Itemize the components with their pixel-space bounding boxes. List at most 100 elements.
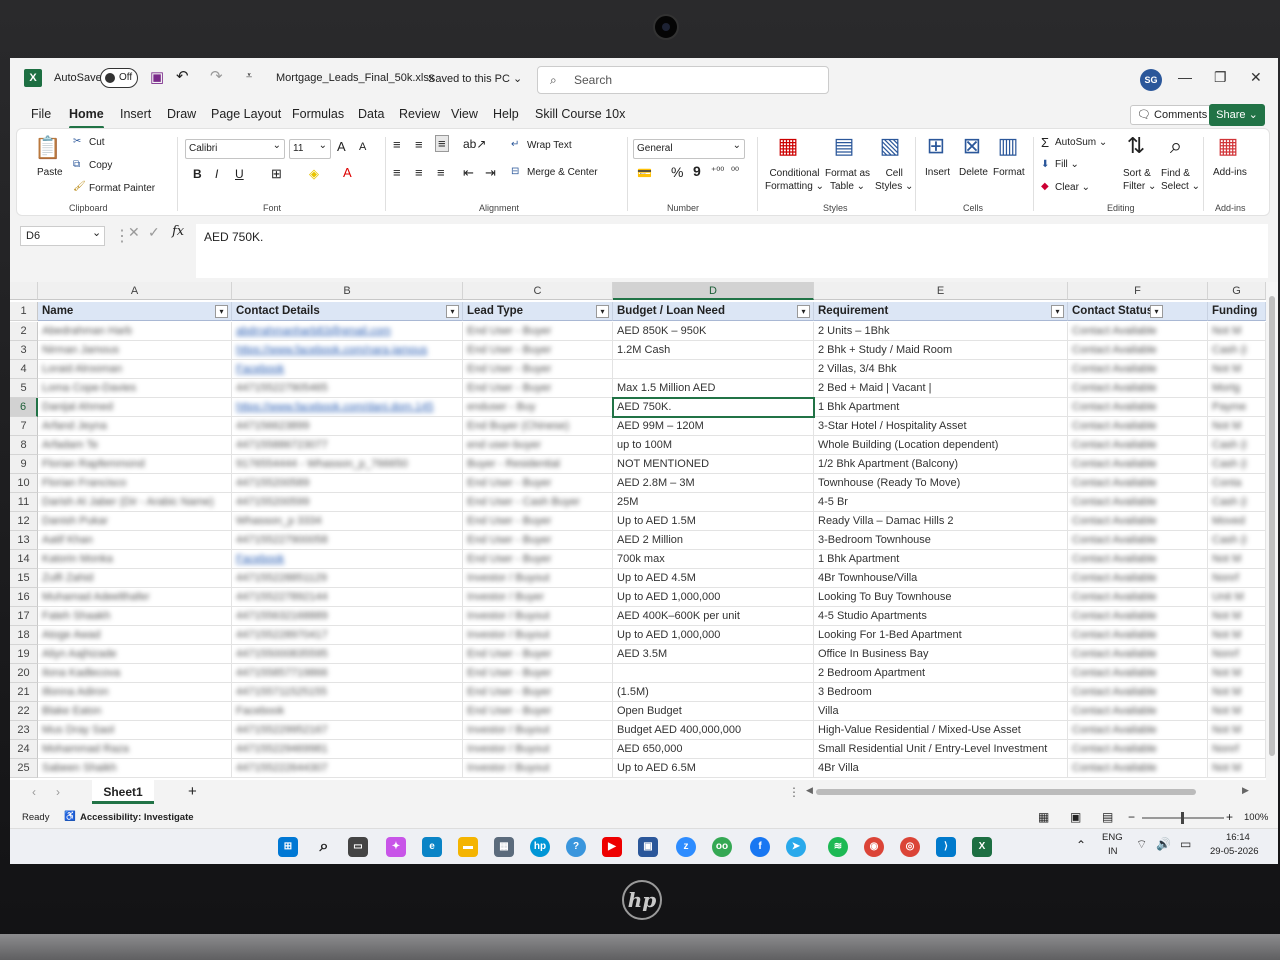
name-cell[interactable]: Katorin Monka: [38, 550, 232, 569]
contact-status-cell[interactable]: Contact Available: [1068, 512, 1208, 531]
contact-cell[interactable]: Whasson_p 3334: [232, 512, 463, 531]
budget-cell[interactable]: Up to AED 4.5M: [613, 569, 814, 588]
font-name-dropdown[interactable]: Calibri: [185, 137, 285, 159]
lead-type-cell[interactable]: End User - Buyer: [463, 550, 613, 569]
cut-icon[interactable]: ✂: [73, 136, 81, 147]
budget-cell[interactable]: Budget AED 400,000,000: [613, 721, 814, 740]
cut-button[interactable]: Cut: [89, 137, 105, 148]
row-header[interactable]: 19: [10, 645, 38, 664]
insert-function-icon[interactable]: fx: [172, 224, 184, 239]
row-header[interactable]: 9: [10, 455, 38, 474]
contact-cell[interactable]: Facebook: [232, 550, 463, 569]
budget-cell[interactable]: Up to AED 1,000,000: [613, 626, 814, 645]
contact-status-cell[interactable]: Contact Available: [1068, 683, 1208, 702]
contact-status-cell[interactable]: Contact Available: [1068, 474, 1208, 493]
row-header[interactable]: 1: [10, 302, 38, 321]
lead-type-cell[interactable]: End User - Buyer: [463, 379, 613, 398]
contact-status-cell[interactable]: Contact Available: [1068, 740, 1208, 759]
name-cell[interactable]: Atoge Awad: [38, 626, 232, 645]
bold-button[interactable]: B: [193, 167, 202, 181]
filter-dropdown-icon[interactable]: ▾: [1051, 305, 1064, 318]
save-icon[interactable]: ▣: [150, 68, 164, 86]
funding-cell[interactable]: Not M: [1208, 550, 1266, 569]
save-status[interactable]: Saved to this PC ⌄: [428, 72, 522, 85]
funding-cell[interactable]: Not M: [1208, 360, 1266, 379]
row-header[interactable]: 22: [10, 702, 38, 721]
contact-status-cell[interactable]: Contact Available: [1068, 436, 1208, 455]
contact-status-cell[interactable]: Contact Available: [1068, 379, 1208, 398]
language-indicator[interactable]: ENG: [1102, 832, 1123, 843]
budget-cell[interactable]: AED 99M – 120M: [613, 417, 814, 436]
contact-status-cell[interactable]: Contact Available: [1068, 322, 1208, 341]
hp-app-icon[interactable]: hp: [530, 837, 550, 857]
funding-cell[interactable]: Conta: [1208, 474, 1266, 493]
calculator-icon[interactable]: ▦: [494, 837, 514, 857]
page-layout-view-icon[interactable]: ▣: [1070, 810, 1081, 824]
budget-cell[interactable]: AED 650,000: [613, 740, 814, 759]
row-header[interactable]: 21: [10, 683, 38, 702]
volume-icon[interactable]: 🔊: [1156, 837, 1171, 851]
wrap-text-icon[interactable]: ↵: [511, 139, 519, 150]
autosave-toggle[interactable]: Off: [100, 68, 138, 88]
lead-type-cell[interactable]: End User - Buyer: [463, 531, 613, 550]
budget-cell[interactable]: 700k max: [613, 550, 814, 569]
lead-type-cell[interactable]: Investor / Buyout: [463, 721, 613, 740]
row-header[interactable]: 5: [10, 379, 38, 398]
accessibility-icon[interactable]: ♿: [64, 811, 76, 822]
name-cell[interactable]: Florian Francisco: [38, 474, 232, 493]
contact-cell[interactable]: 447155000835595: [232, 645, 463, 664]
add-ins-button[interactable]: Add-ins: [1213, 167, 1247, 178]
budget-cell[interactable]: Up to AED 1,000,000: [613, 588, 814, 607]
budget-cell[interactable]: [613, 360, 814, 379]
youtube-icon[interactable]: ▶: [602, 837, 622, 857]
row-header[interactable]: 7: [10, 417, 38, 436]
requirement-cell[interactable]: 4-5 Br: [814, 493, 1068, 512]
clock-time[interactable]: 16:14: [1226, 832, 1250, 843]
store-icon[interactable]: ▣: [638, 837, 658, 857]
contact-cell[interactable]: abdrrahmanharb83@gmail.com: [232, 322, 463, 341]
funding-cell[interactable]: Nonrf: [1208, 569, 1266, 588]
requirement-cell[interactable]: Office In Business Bay: [814, 645, 1068, 664]
funding-cell[interactable]: Unit M: [1208, 588, 1266, 607]
row-header[interactable]: 17: [10, 607, 38, 626]
align-bottom-icon[interactable]: ≡: [435, 135, 449, 152]
contact-cell[interactable]: Facebook: [232, 360, 463, 379]
requirement-cell[interactable]: 3-Star Hotel / Hospitality Asset: [814, 417, 1068, 436]
format-cells-button[interactable]: Format: [993, 167, 1025, 178]
row-header[interactable]: 24: [10, 740, 38, 759]
name-cell[interactable]: Mus Dray Saol: [38, 721, 232, 740]
contact-cell[interactable]: 447155228851129: [232, 569, 463, 588]
filter-dropdown-icon[interactable]: ▾: [446, 305, 459, 318]
clock-date[interactable]: 29-05-2026: [1210, 846, 1259, 857]
tab-review[interactable]: Review: [399, 107, 440, 121]
scroll-right-icon[interactable]: ▶: [1242, 785, 1249, 796]
header-lead-type[interactable]: Lead Type ▾: [463, 302, 613, 321]
merge-center-icon[interactable]: ⊟: [511, 166, 519, 177]
budget-cell[interactable]: [613, 664, 814, 683]
user-avatar[interactable]: SG: [1140, 69, 1162, 91]
row-header[interactable]: 10: [10, 474, 38, 493]
row-header[interactable]: 15: [10, 569, 38, 588]
funding-cell[interactable]: Not M: [1208, 702, 1266, 721]
contact-cell[interactable]: 447155711525155: [232, 683, 463, 702]
chrome-icon[interactable]: ◎: [900, 837, 920, 857]
name-cell[interactable]: Loma Cope-Davies: [38, 379, 232, 398]
row-header[interactable]: 6: [10, 398, 38, 417]
requirement-cell[interactable]: 2 Villas, 3/4 Bhk: [814, 360, 1068, 379]
row-header[interactable]: 20: [10, 664, 38, 683]
column-header-a[interactable]: A: [38, 282, 232, 300]
lead-type-cell[interactable]: End User - Buyer: [463, 645, 613, 664]
comments-button[interactable]: 🗨 Comments: [1130, 105, 1215, 125]
contact-status-cell[interactable]: Contact Available: [1068, 759, 1208, 778]
requirement-cell[interactable]: Townhouse (Ready To Move): [814, 474, 1068, 493]
contact-cell[interactable]: 447155227900058: [232, 531, 463, 550]
requirement-cell[interactable]: Looking For 1-Bed Apartment: [814, 626, 1068, 645]
funding-cell[interactable]: Cash (i: [1208, 436, 1266, 455]
clear-icon[interactable]: ◆: [1041, 181, 1049, 192]
accessibility-status[interactable]: Accessibility: Investigate: [80, 812, 194, 823]
requirement-cell[interactable]: 3 Bedroom: [814, 683, 1068, 702]
lead-type-cell[interactable]: End User - Buyer: [463, 474, 613, 493]
lead-type-cell[interactable]: end user-buyer: [463, 436, 613, 455]
align-right-icon[interactable]: ≡: [437, 165, 445, 180]
customize-toolbar-icon[interactable]: ⩡: [246, 70, 252, 83]
